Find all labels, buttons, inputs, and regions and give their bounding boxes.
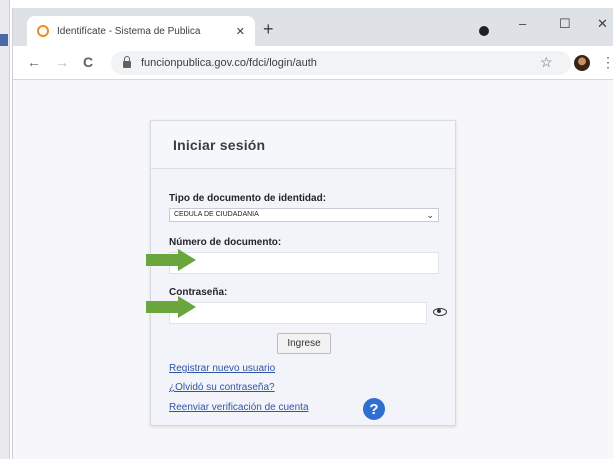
register-link[interactable]: Registrar nuevo usuario bbox=[169, 363, 275, 374]
minimize-button[interactable]: – bbox=[519, 16, 526, 31]
close-window-button[interactable]: ✕ bbox=[597, 16, 608, 32]
eye-icon[interactable] bbox=[433, 308, 447, 316]
url-text: funcionpublica.gov.co/fdci/login/auth bbox=[141, 57, 317, 69]
lock-icon bbox=[123, 56, 131, 68]
reload-button[interactable]: C bbox=[83, 54, 93, 70]
favicon-icon bbox=[37, 25, 49, 37]
arrow-shaft bbox=[146, 301, 180, 313]
kebab-menu-icon[interactable]: ⋮ bbox=[601, 54, 613, 71]
star-icon[interactable]: ☆ bbox=[540, 54, 553, 71]
profile-avatar[interactable] bbox=[574, 55, 590, 71]
ingrese-button[interactable]: Ingrese bbox=[277, 333, 331, 354]
arrow-head bbox=[178, 296, 196, 318]
doc-type-value: CEDULA DE CIUDADANIA bbox=[174, 211, 259, 218]
doc-type-select[interactable]: CEDULA DE CIUDADANIA ⌄ bbox=[169, 208, 439, 222]
resend-verification-link[interactable]: Reenviar verificación de cuenta bbox=[169, 402, 309, 413]
doc-number-input[interactable] bbox=[169, 252, 439, 274]
background-window-icon bbox=[0, 34, 8, 46]
address-bar[interactable]: funcionpublica.gov.co/fdci/login/auth bbox=[111, 51, 571, 75]
doc-number-label: Número de documento: bbox=[169, 237, 282, 248]
background-window-edge bbox=[0, 0, 10, 459]
forward-button[interactable]: → bbox=[55, 54, 69, 70]
tab-close-icon[interactable]: ✕ bbox=[236, 25, 245, 38]
browser-titlebar: Identifícate - Sistema de Publica ✕ + – … bbox=[13, 8, 613, 46]
record-dot-icon bbox=[479, 26, 489, 36]
password-input[interactable] bbox=[169, 302, 427, 324]
login-card-header: Iniciar sesión bbox=[151, 121, 455, 169]
new-tab-button[interactable]: + bbox=[263, 20, 274, 38]
back-button[interactable]: ← bbox=[27, 54, 41, 70]
screenshot-frame: Identifícate - Sistema de Publica ✕ + – … bbox=[0, 0, 613, 459]
login-card: Iniciar sesión Tipo de documento de iden… bbox=[150, 120, 456, 426]
doc-type-label: Tipo de documento de identidad: bbox=[169, 193, 327, 204]
login-title: Iniciar sesión bbox=[173, 136, 266, 153]
browser-toolbar: ← → C funcionpublica.gov.co/fdci/login/a… bbox=[13, 46, 613, 80]
maximize-button[interactable]: ☐ bbox=[559, 16, 571, 32]
tab-title: Identifícate - Sistema de Publica bbox=[57, 25, 201, 37]
forgot-password-link[interactable]: ¿Olvidó su contraseña? bbox=[169, 382, 275, 393]
arrow-shaft bbox=[146, 254, 180, 266]
help-icon[interactable]: ? bbox=[363, 398, 385, 420]
arrow-head bbox=[178, 249, 196, 271]
chevron-down-icon: ⌄ bbox=[426, 210, 434, 220]
browser-tab-active[interactable]: Identifícate - Sistema de Publica ✕ bbox=[27, 16, 255, 46]
